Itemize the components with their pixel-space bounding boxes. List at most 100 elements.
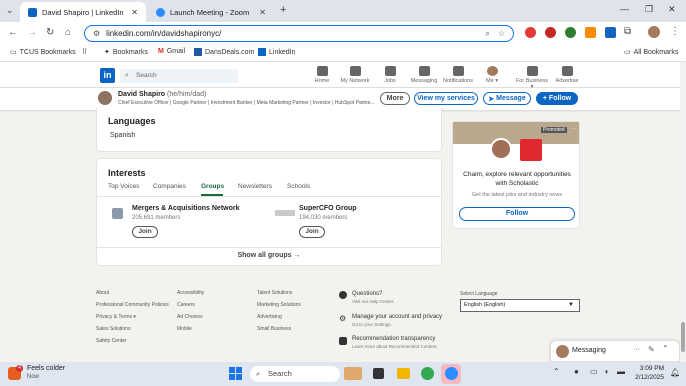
tray-chevron-icon[interactable]: ⌃: [553, 367, 560, 376]
weather-text[interactable]: Feels colder: [27, 365, 65, 372]
nav-messaging[interactable]: Messaging: [407, 66, 441, 84]
footer-link[interactable]: About: [96, 290, 109, 296]
bookmark-gmail[interactable]: M Gmail: [158, 48, 185, 55]
linkedin-logo-icon[interactable]: in: [100, 68, 115, 83]
notification-bell-icon[interactable]: 🔔︎: [670, 368, 680, 377]
close-tab-icon[interactable]: ✕: [131, 8, 138, 17]
bookmark-bookmarks[interactable]: ✦ Bookmarks: [104, 48, 148, 57]
reload-icon[interactable]: ↻: [46, 27, 54, 38]
tab-groups[interactable]: Groups: [201, 183, 224, 190]
bookmark-dansdeals[interactable]: DansDeals.com: [194, 48, 254, 56]
battery-icon[interactable]: ▬: [617, 367, 625, 376]
extension-icon[interactable]: [585, 27, 596, 38]
show-all-groups-link[interactable]: Show all groups →: [97, 252, 441, 259]
maximize-icon[interactable]: ❐: [645, 4, 653, 15]
forward-icon[interactable]: →: [27, 27, 37, 38]
scrollbar-thumb[interactable]: [681, 322, 685, 352]
chrome-icon[interactable]: [421, 367, 434, 380]
footer-link[interactable]: Advertising: [257, 314, 282, 320]
profile-avatar[interactable]: [648, 26, 660, 38]
clock-time[interactable]: 3:09 PM: [636, 365, 664, 372]
join-button[interactable]: Join: [299, 226, 325, 238]
tab-search-icon[interactable]: ⌄: [6, 5, 14, 16]
join-button[interactable]: Join: [132, 226, 158, 238]
taskbar-search[interactable]: ⌕ Search: [250, 366, 340, 382]
apps-grid-icon[interactable]: ⠿: [82, 48, 87, 56]
footer-link[interactable]: Small Business: [257, 326, 291, 332]
footer-link[interactable]: Sales Solutions: [96, 326, 130, 332]
volume-icon[interactable]: ◖: [604, 367, 609, 376]
file-explorer-icon[interactable]: [397, 368, 410, 379]
compose-icon[interactable]: ✎: [648, 345, 655, 354]
zoom-app-icon[interactable]: [445, 367, 458, 380]
chevron-up-icon[interactable]: ⌃: [662, 344, 669, 353]
help-title[interactable]: Recommendation transparency: [352, 336, 435, 342]
task-view-icon[interactable]: [373, 368, 384, 379]
nav-notifications[interactable]: Notifications: [441, 66, 475, 84]
extension-icon[interactable]: [525, 27, 536, 38]
nav-for-business[interactable]: For Business ▾: [515, 66, 549, 90]
message-icon: [418, 66, 430, 76]
language-select[interactable]: English (English) ▼: [460, 299, 580, 312]
minimize-icon[interactable]: —: [620, 4, 629, 14]
footer-link[interactable]: Professional Community Policies: [96, 302, 169, 308]
ad-follow-button[interactable]: Follow: [459, 207, 575, 221]
menu-dots-icon[interactable]: ⋮: [670, 26, 680, 37]
microphone-icon[interactable]: ●: [574, 367, 579, 376]
home-icon[interactable]: ⌂: [65, 27, 71, 38]
extensions-puzzle-icon[interactable]: ⧉: [624, 26, 631, 37]
more-options-icon[interactable]: ···: [633, 346, 640, 353]
back-icon[interactable]: ←: [8, 27, 18, 38]
group-name[interactable]: SuperCFO Group: [299, 205, 357, 212]
page-scrollbar[interactable]: [680, 62, 686, 362]
zoom-icon[interactable]: ⌕: [485, 29, 489, 39]
footer-link[interactable]: Accessibility: [177, 290, 204, 296]
extension-icon[interactable]: [545, 27, 556, 38]
bookmark-tcus[interactable]: ▭ TCUS Bookmarks: [10, 48, 76, 57]
footer-link[interactable]: Safety Center: [96, 338, 127, 344]
bookmark-linkedin[interactable]: LinkedIn: [258, 48, 295, 56]
tab-zoom[interactable]: Launch Meeting - Zoom ✕: [148, 2, 274, 22]
site-info-icon[interactable]: ⚙: [93, 29, 100, 38]
bookmark-star-icon[interactable]: ☆: [498, 29, 505, 38]
tab-linkedin[interactable]: David Shapiro | LinkedIn ✕: [20, 2, 146, 22]
divider: [97, 247, 441, 248]
nav-my-network[interactable]: My Network: [338, 66, 372, 84]
message-button[interactable]: ➤ Message: [483, 92, 531, 105]
address-bar[interactable]: ⚙ linkedin.com/in/davidshapironyc/ ⌕ ☆: [84, 25, 514, 42]
help-title[interactable]: Questions?: [352, 291, 382, 297]
nav-advertise[interactable]: Advertise: [550, 66, 584, 84]
view-services-button[interactable]: View my services: [414, 92, 478, 105]
nav-home[interactable]: Home: [305, 66, 339, 84]
windows-start-icon[interactable]: [229, 367, 242, 380]
extension-icon[interactable]: [605, 27, 616, 38]
footer-link[interactable]: Talent Solutions: [257, 290, 292, 296]
close-tab-icon[interactable]: ✕: [259, 8, 266, 17]
more-button[interactable]: More: [380, 92, 410, 105]
dropdown-arrow-icon: ▼: [568, 302, 574, 308]
new-tab-icon[interactable]: +: [280, 4, 286, 16]
display-icon[interactable]: ▭: [590, 367, 598, 376]
nav-me[interactable]: Me ▾: [475, 66, 509, 84]
follow-button[interactable]: + Follow: [536, 92, 578, 105]
footer-link[interactable]: Privacy & Terms ▾: [96, 314, 136, 320]
tab-schools[interactable]: Schools: [287, 183, 310, 190]
more-options-icon[interactable]: ···: [570, 126, 576, 132]
footer-link[interactable]: Mobile: [177, 326, 192, 332]
tab-top-voices[interactable]: Top Voices: [108, 183, 139, 190]
footer-link[interactable]: Careers: [177, 302, 195, 308]
extension-icon[interactable]: [565, 27, 576, 38]
footer-link[interactable]: Ad Choices: [177, 314, 203, 320]
messaging-dock[interactable]: Messaging ··· ✎ ⌃: [550, 340, 680, 362]
widget-image-icon[interactable]: [344, 367, 362, 380]
all-bookmarks[interactable]: ▭ All Bookmarks: [624, 48, 678, 57]
search-input[interactable]: ⌕ Search: [120, 69, 238, 83]
help-title[interactable]: Manage your account and privacy: [352, 314, 442, 320]
group-name[interactable]: Mergers & Acquisitions Network: [132, 205, 240, 212]
tab-newsletters[interactable]: Newsletters: [238, 183, 272, 190]
nav-jobs[interactable]: Jobs: [373, 66, 407, 84]
tab-companies[interactable]: Companies: [153, 183, 186, 190]
close-window-icon[interactable]: ✕: [668, 4, 676, 15]
promoted-label: Promoted: [541, 127, 567, 133]
footer-link[interactable]: Marketing Solutions: [257, 302, 301, 308]
